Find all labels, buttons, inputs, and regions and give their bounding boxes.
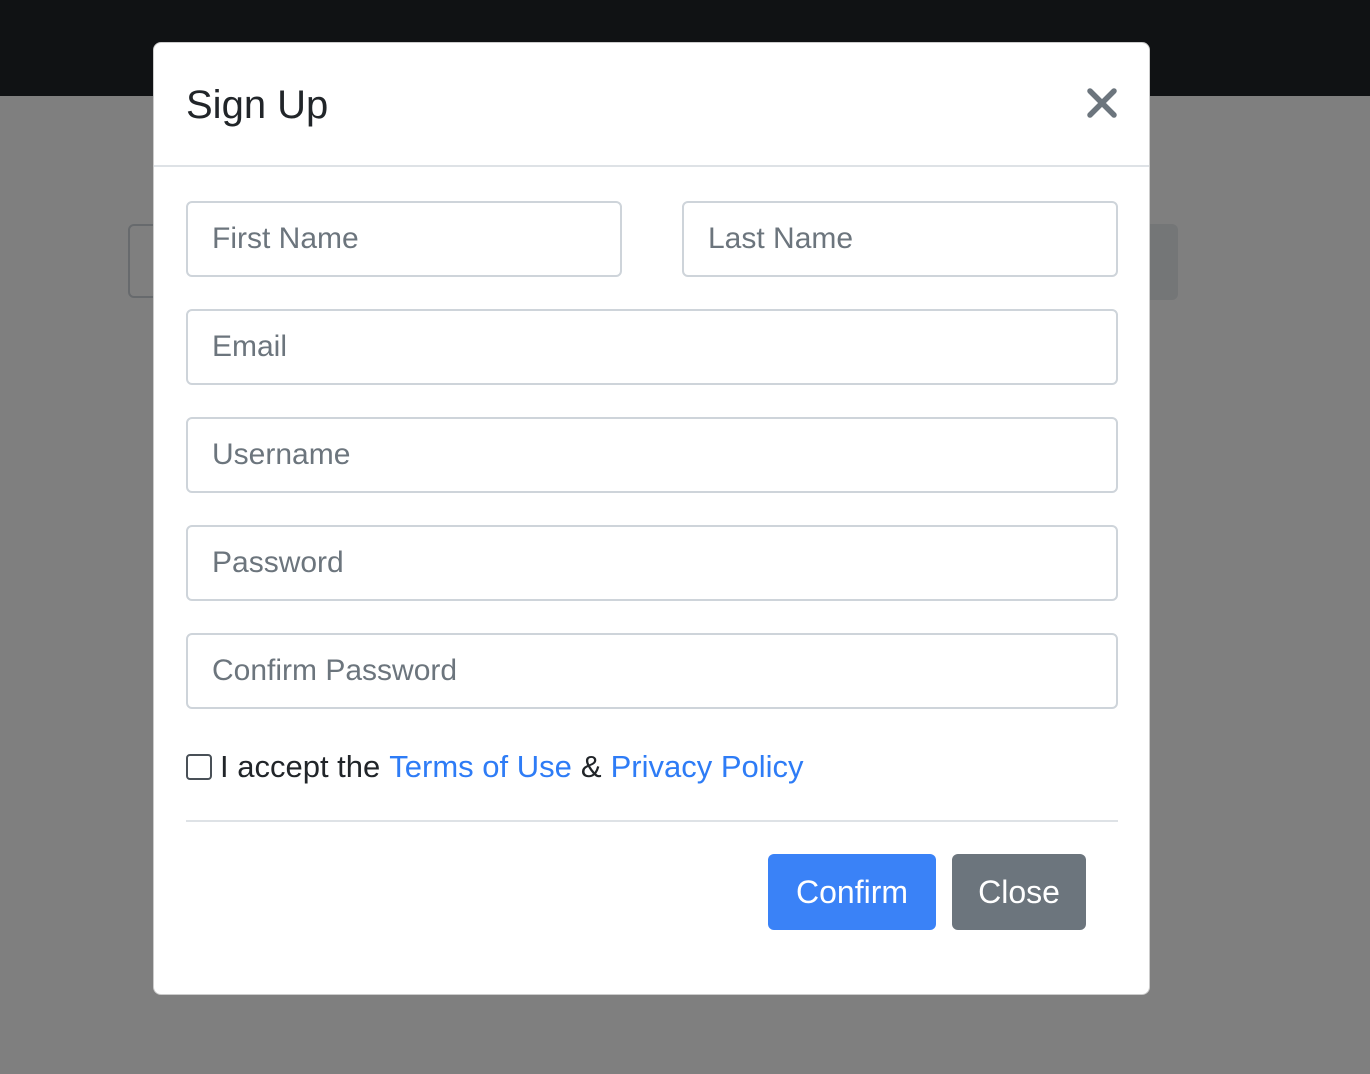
accept-terms-checkbox[interactable] (186, 754, 212, 780)
terms-of-use-link[interactable]: Terms of Use (389, 749, 572, 785)
close-icon (1087, 88, 1117, 118)
email-input[interactable] (186, 309, 1118, 385)
confirm-password-input[interactable] (186, 633, 1118, 709)
terms-join-text: & (580, 749, 602, 784)
last-name-input[interactable] (682, 201, 1118, 277)
terms-row: I accept the Terms of Use & Privacy Poli… (186, 747, 804, 787)
close-button[interactable]: Close (952, 854, 1086, 930)
close-icon-button[interactable] (1084, 81, 1120, 125)
password-input[interactable] (186, 525, 1118, 601)
footer-divider (186, 820, 1118, 822)
modal-title: Sign Up (186, 83, 329, 127)
privacy-policy-link[interactable]: Privacy Policy (611, 749, 804, 785)
first-name-input[interactable] (186, 201, 622, 277)
terms-prefix-text: I accept the (220, 749, 381, 784)
modal-header: Sign Up (154, 43, 1149, 167)
signup-modal: Sign Up I accept the Terms of Use & Priv… (153, 42, 1150, 995)
username-input[interactable] (186, 417, 1118, 493)
confirm-button[interactable]: Confirm (768, 854, 936, 930)
